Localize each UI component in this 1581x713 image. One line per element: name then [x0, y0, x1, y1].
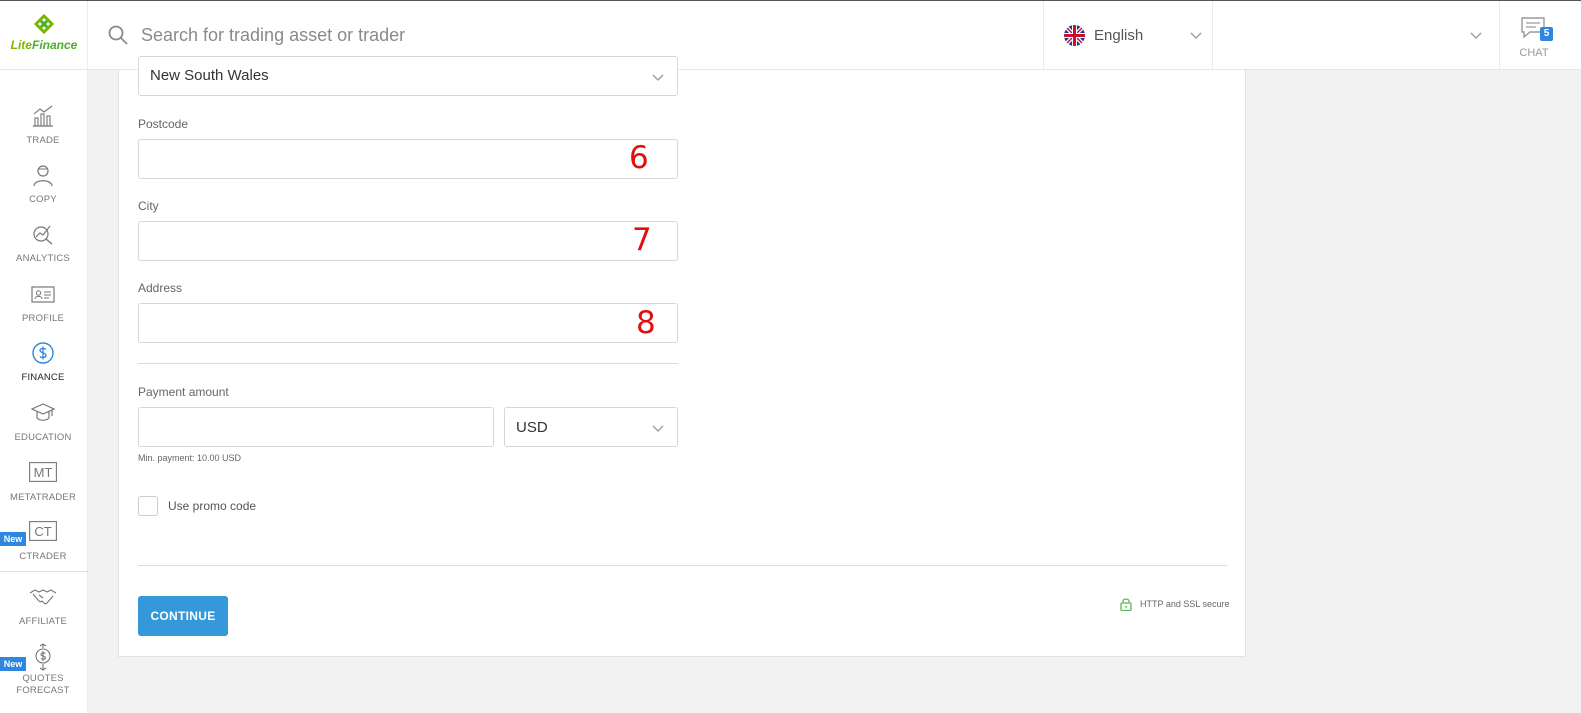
sidebar-item-label-line1: QUOTES	[22, 673, 64, 684]
chevron-down-icon	[652, 425, 664, 432]
sidebar-item-trade[interactable]: TRADE	[0, 104, 88, 162]
language-label: English	[1094, 27, 1144, 44]
region-select[interactable]: New South Wales	[138, 56, 678, 96]
payment-amount-label: Payment amount	[138, 385, 229, 399]
min-payment-hint: Min. payment: 10.00 USD	[138, 453, 242, 463]
city-field[interactable]: 7	[138, 221, 678, 261]
sidebar-item-label: COPY	[29, 194, 57, 205]
sidebar-item-label: METATRADER	[9, 492, 77, 503]
promo-code-checkbox[interactable]	[138, 496, 158, 516]
language-select[interactable]: English	[1043, 1, 1213, 70]
search-icon	[108, 25, 128, 45]
sidebar-item-education[interactable]: EDUCATION	[0, 401, 88, 459]
continue-button[interactable]: CONTINUE	[138, 596, 228, 636]
user-icon	[33, 165, 53, 187]
id-card-icon	[31, 286, 55, 303]
sidebar-item-label: AFFILIATE	[18, 616, 68, 627]
region-select-value: New South Wales	[150, 67, 269, 84]
sidebar-item-profile[interactable]: PROFILE	[0, 282, 88, 340]
security-label: HTTP and SSL secure	[1140, 599, 1230, 609]
chat-button[interactable]: 5 CHAT	[1500, 1, 1581, 70]
chevron-down-icon	[652, 74, 664, 81]
sidebar-item-ctrader[interactable]: CT New CTRADER	[0, 520, 88, 578]
footer-divider	[138, 565, 1227, 566]
mt-icon: MT	[29, 462, 57, 482]
section-divider	[138, 363, 678, 364]
ct-icon: CT	[29, 521, 57, 541]
dollar-circle-icon	[32, 342, 54, 364]
sidebar-item-label: ANALYTICS	[16, 253, 70, 264]
promo-code-label[interactable]: Use promo code	[168, 499, 256, 513]
address-field[interactable]: 8	[138, 303, 678, 343]
chat-badge: 5	[1540, 27, 1553, 41]
analytics-icon	[33, 225, 53, 245]
annotation-number: 7	[632, 222, 652, 258]
sidebar-item-metatrader[interactable]: MT METATRADER	[0, 461, 88, 519]
postcode-field[interactable]: 6	[138, 139, 678, 179]
sidebar-item-copy[interactable]: COPY	[0, 163, 88, 221]
sidebar: TRADE COPY ANALYTICS PROFILE FINANCE EDU…	[0, 70, 88, 713]
chart-icon	[33, 105, 53, 127]
annotation-number: 8	[636, 305, 656, 341]
sidebar-item-label-line2: FORECAST	[16, 685, 70, 696]
currency-select[interactable]: USD	[504, 407, 678, 447]
sidebar-item-finance[interactable]: FINANCE	[0, 341, 88, 399]
annotation-number: 6	[629, 140, 649, 176]
graduation-cap-icon	[31, 403, 55, 421]
logo-mark-icon	[33, 13, 55, 35]
sidebar-item-label: FINANCE	[21, 372, 65, 383]
search-input[interactable]: Search for trading asset or trader	[141, 25, 405, 46]
logo[interactable]: LiteFinance	[0, 1, 88, 70]
sidebar-item-label: TRADE	[26, 135, 60, 146]
sidebar-item-quotes-forecast[interactable]: New QUOTES FORECAST	[0, 643, 88, 713]
logo-text-part2: Finance	[31, 38, 78, 52]
city-label: City	[138, 199, 159, 213]
quotes-forecast-icon	[35, 643, 51, 671]
account-select[interactable]	[1213, 1, 1500, 70]
logo-text-part1: Lite	[10, 38, 32, 52]
lock-icon	[1120, 598, 1132, 611]
ct-icon-text: CT	[34, 524, 51, 539]
sidebar-item-affiliate[interactable]: AFFILIATE	[0, 585, 88, 643]
sidebar-item-label: CTRADER	[19, 551, 67, 562]
logo-text: LiteFinance	[0, 38, 88, 52]
sidebar-divider	[0, 571, 88, 572]
sidebar-item-analytics[interactable]: ANALYTICS	[0, 222, 88, 280]
uk-flag-icon	[1064, 25, 1085, 46]
chevron-down-icon	[1190, 32, 1202, 39]
handshake-icon	[29, 589, 57, 605]
postcode-label: Postcode	[138, 117, 189, 131]
currency-select-value: USD	[516, 419, 548, 436]
new-badge: New	[0, 532, 26, 546]
chat-label: CHAT	[1519, 47, 1549, 59]
sidebar-item-label: PROFILE	[21, 313, 65, 324]
mt-icon-text: MT	[34, 465, 53, 480]
new-badge: New	[0, 657, 26, 671]
payment-amount-field[interactable]	[138, 407, 494, 447]
address-label: Address	[138, 281, 183, 295]
payment-form-card: New South Wales Postcode 6 City 7 Addres…	[118, 56, 1246, 657]
sidebar-item-label: QUOTES FORECAST	[0, 673, 86, 697]
chevron-down-icon	[1470, 32, 1482, 39]
sidebar-item-label: EDUCATION	[14, 432, 72, 443]
